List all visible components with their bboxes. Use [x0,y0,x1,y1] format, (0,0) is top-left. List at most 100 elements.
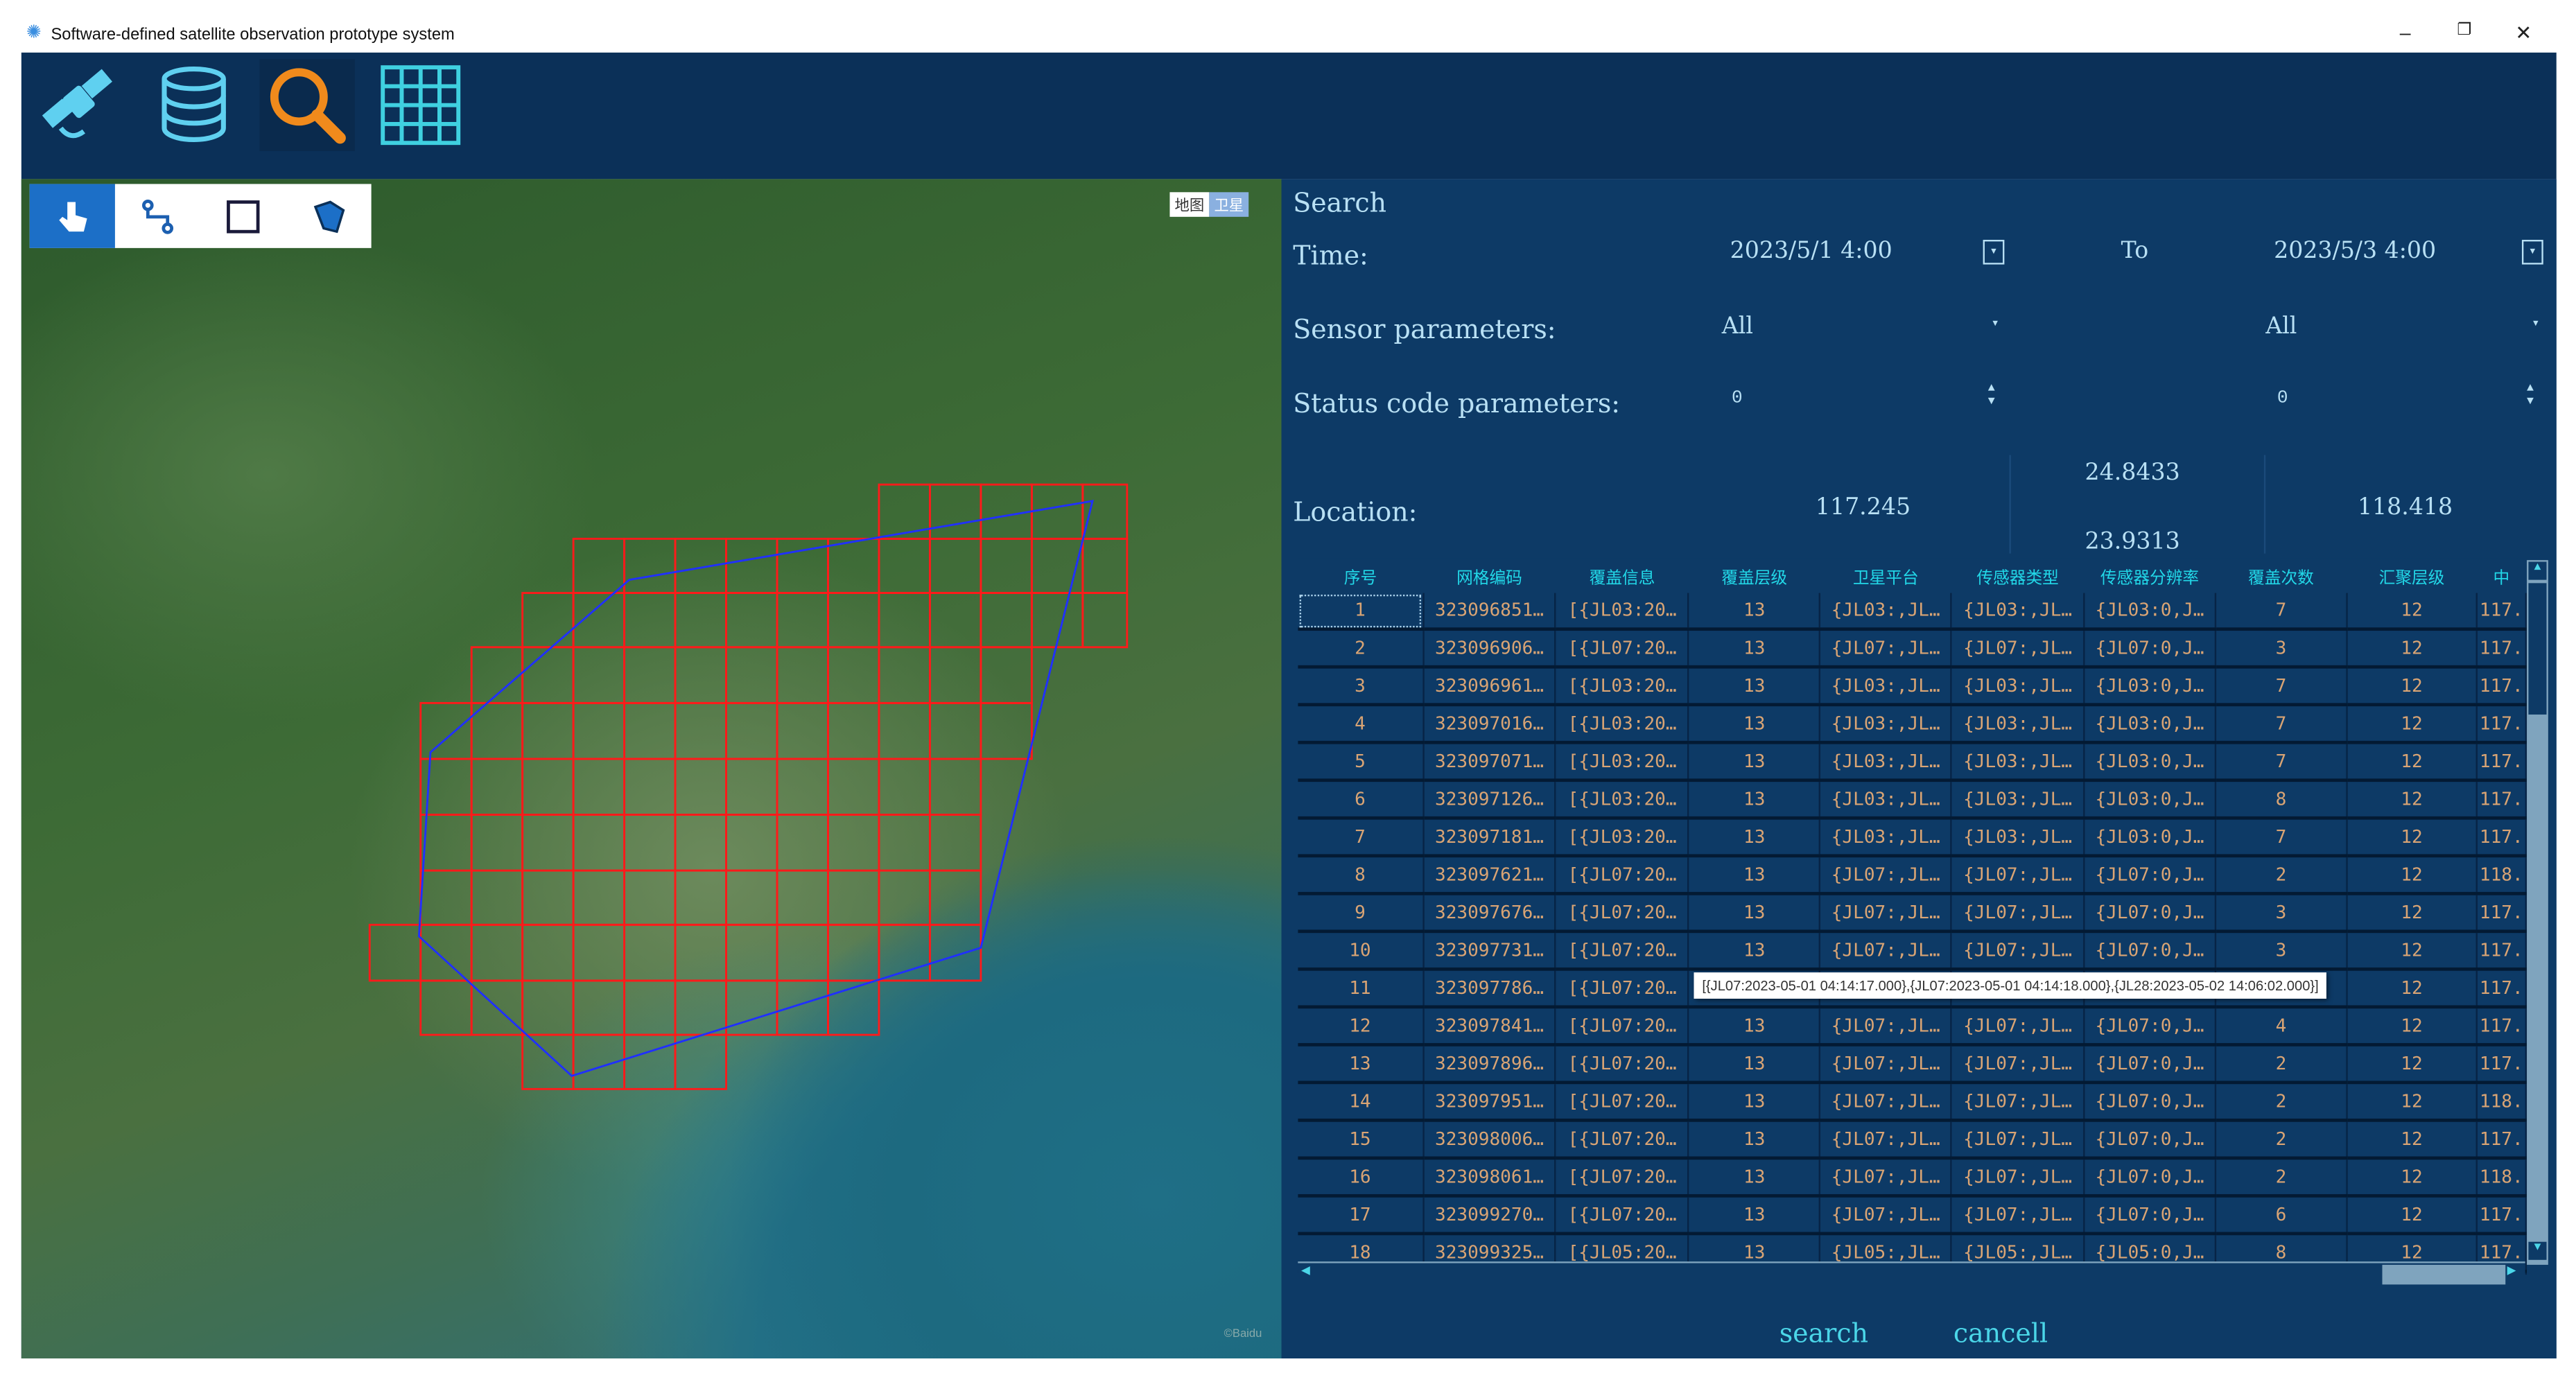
column-header[interactable]: 覆盖层级 [1689,559,1820,593]
table-cell[interactable]: 13 [1298,1044,1424,1085]
table-cell[interactable]: 2 [2215,1082,2348,1122]
sensor-to-select[interactable]: All [2265,314,2297,340]
time-from-field[interactable]: 2023/5/1 4:00 [1730,238,1892,265]
status-from-stepper[interactable]: ▲ ▼ [1988,383,1995,409]
table-cell[interactable]: {JL03:0,J… [2084,780,2216,820]
table-cell[interactable]: 12 [2347,780,2478,820]
grid-cell[interactable] [674,701,727,760]
table-cell[interactable]: 2 [2215,1120,2348,1160]
table-cell[interactable]: {JL03:0,J… [2084,742,2216,782]
grid-cell[interactable] [674,869,727,926]
table-cell[interactable]: 2 [1298,629,1424,669]
table-cell[interactable]: 13 [1688,742,1821,782]
table-cell[interactable]: 3 [2215,893,2348,934]
grid-cell[interactable] [1081,537,1129,594]
table-cell[interactable]: 11 [1298,969,1424,1009]
route-tool[interactable] [115,184,200,247]
grid-cell[interactable] [878,869,931,926]
sensor-from-chevron-icon[interactable]: ▾ [1991,315,1999,331]
grid-cell[interactable] [521,979,575,1036]
grid-cell[interactable] [572,701,626,760]
grid-cell[interactable] [623,814,677,872]
table-cell[interactable]: {JL03:0,J… [2084,704,2216,744]
grid-cell[interactable] [878,814,931,872]
table-cell[interactable]: 4 [1298,704,1424,744]
table-cell[interactable]: 12 [2347,818,2478,858]
grid-cell[interactable] [623,923,677,982]
grid-cell[interactable] [827,814,880,872]
table-cell[interactable]: 12 [2347,855,2478,895]
grid-cell[interactable] [725,814,778,872]
table-cell[interactable]: 12 [2347,742,2478,782]
search-tool-button[interactable] [259,59,355,152]
table-cell[interactable]: 118. [2476,855,2527,895]
grid-cell[interactable] [572,923,626,982]
grid-cell[interactable] [776,646,829,704]
table-cell[interactable]: {JL07:0,J… [2084,1157,2216,1198]
grid-cell[interactable] [776,592,829,649]
table-cell[interactable]: {JL07:,JL… [1951,1044,2085,1085]
table-row[interactable]: 14 323097951… [{JL07:20… 13 {JL07:,JL… {JL07:… [1298,1082,2527,1122]
grid-cell[interactable] [419,814,473,872]
table-cell[interactable]: [{JL07:20… [1556,1044,1690,1085]
table-cell[interactable]: 7 [1298,818,1424,858]
grid-cell[interactable] [521,592,575,649]
table-cell[interactable]: [{JL07:20… [1556,1006,1690,1047]
grid-cell[interactable] [1081,592,1129,649]
table-cell[interactable]: {JL07:0,J… [2084,1120,2216,1160]
table-cell[interactable]: 1 [1298,593,1424,631]
column-header[interactable]: 汇聚层级 [2347,559,2476,593]
grid-cell[interactable] [572,758,626,816]
scroll-down-icon[interactable]: ▼ [2528,1241,2547,1260]
table-row[interactable]: 6 323097126… [{JL03:20… 13 {JL03:,JL… {JL03:,… [1298,780,2527,820]
grid-cell[interactable] [572,537,626,594]
table-horizontal-scrollbar[interactable]: ◀ ▶ [1298,1261,2525,1286]
grid-cell[interactable] [878,592,931,649]
lat-top-input[interactable]: 24.8433 [2085,460,2180,487]
table-cell[interactable]: 323097951… [1422,1082,1557,1122]
table-cell[interactable]: 117. [2476,667,2527,707]
grid-cell[interactable] [674,814,727,872]
table-cell[interactable]: {JL07:0,J… [2084,1044,2216,1085]
table-cell[interactable]: 8 [1298,855,1424,895]
pointer-tool[interactable] [29,184,115,248]
table-cell[interactable]: 14 [1298,1082,1424,1122]
grid-cell[interactable] [419,701,473,760]
grid-cell[interactable] [623,869,677,926]
lat-bottom-input[interactable]: 23.9313 [2085,529,2180,555]
column-header[interactable]: 覆盖次数 [2216,559,2347,593]
table-cell[interactable]: 13 [1688,629,1821,669]
sensor-to-chevron-icon[interactable]: ▾ [2532,315,2539,331]
grid-cell[interactable] [1030,537,1084,594]
table-cell[interactable]: 323097731… [1422,931,1557,971]
table-cell[interactable]: 12 [2347,1157,2478,1198]
grid-cell[interactable] [470,869,524,926]
grid-cell[interactable] [623,646,677,704]
table-cell[interactable]: 118. [2476,1157,2527,1198]
table-cell[interactable]: {JL07:,JL… [1951,893,2085,934]
grid-cell[interactable] [674,979,727,1036]
time-from-dropdown[interactable]: ▾ [1983,240,2005,265]
table-cell[interactable]: [{JL03:20… [1556,742,1690,782]
table-cell[interactable]: 17 [1298,1196,1424,1236]
table-cell[interactable]: {JL07:,JL… [1951,1196,2085,1236]
table-row[interactable]: 9 323097676… [{JL07:20… 13 {JL07:,JL… {JL07:,… [1298,893,2527,934]
grid-cell[interactable] [827,646,880,704]
table-cell[interactable]: 7 [2215,704,2348,744]
table-row[interactable]: 1 323096851… [{JL03:20… 13 {JL03:,JL… {JL03:,… [1298,593,2527,631]
grid-cell[interactable] [928,701,982,760]
polygon-tool[interactable] [286,184,371,247]
table-cell[interactable]: 12 [2347,629,2478,669]
grid-cell[interactable] [521,814,575,872]
table-cell[interactable]: 12 [2347,1044,2478,1085]
grid-cell[interactable] [674,1033,727,1090]
table-cell[interactable]: {JL07:,JL… [1820,1006,1953,1047]
table-cell[interactable]: 13 [1688,855,1821,895]
grid-cell[interactable] [827,869,880,926]
lon-right-input[interactable]: 118.418 [2358,494,2453,521]
time-to-dropdown[interactable]: ▾ [2521,240,2543,265]
grid-button[interactable] [373,59,468,151]
table-cell[interactable]: {JL07:,JL… [1951,629,2085,669]
table-cell[interactable]: 5 [1298,742,1424,782]
table-cell[interactable]: 118. [2476,1082,2527,1122]
